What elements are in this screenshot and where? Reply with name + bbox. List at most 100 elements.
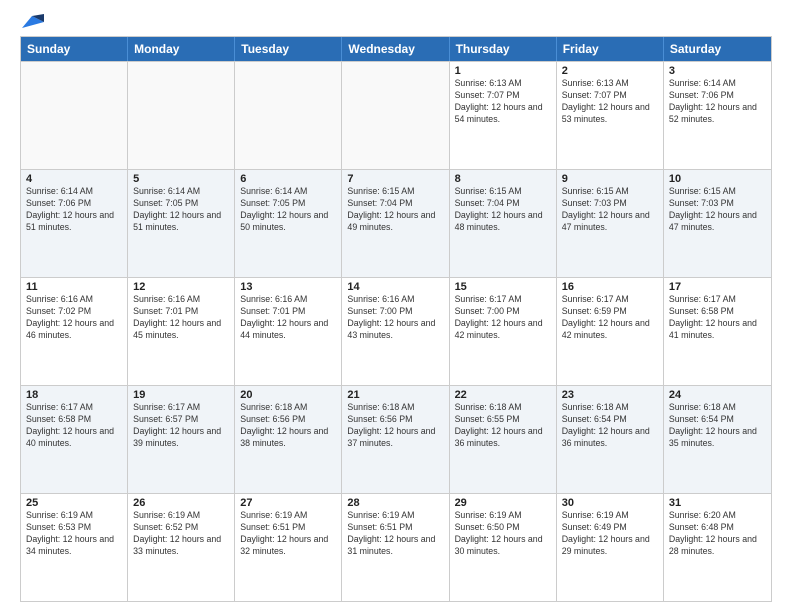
cell-info: Sunrise: 6:20 AM Sunset: 6:48 PM Dayligh… <box>669 510 766 558</box>
calendar-cell: 26Sunrise: 6:19 AM Sunset: 6:52 PM Dayli… <box>128 494 235 601</box>
cell-info: Sunrise: 6:18 AM Sunset: 6:56 PM Dayligh… <box>347 402 443 450</box>
cell-info: Sunrise: 6:16 AM Sunset: 7:00 PM Dayligh… <box>347 294 443 342</box>
calendar-cell: 8Sunrise: 6:15 AM Sunset: 7:04 PM Daylig… <box>450 170 557 277</box>
calendar-cell: 28Sunrise: 6:19 AM Sunset: 6:51 PM Dayli… <box>342 494 449 601</box>
day-header-friday: Friday <box>557 37 664 61</box>
calendar: SundayMondayTuesdayWednesdayThursdayFrid… <box>20 36 772 602</box>
cell-info: Sunrise: 6:17 AM Sunset: 6:58 PM Dayligh… <box>26 402 122 450</box>
cell-info: Sunrise: 6:18 AM Sunset: 6:55 PM Dayligh… <box>455 402 551 450</box>
calendar-row-3: 11Sunrise: 6:16 AM Sunset: 7:02 PM Dayli… <box>21 277 771 385</box>
day-number: 5 <box>133 173 229 185</box>
day-number: 30 <box>562 497 658 509</box>
day-number: 13 <box>240 281 336 293</box>
cell-info: Sunrise: 6:13 AM Sunset: 7:07 PM Dayligh… <box>455 78 551 126</box>
day-number: 8 <box>455 173 551 185</box>
calendar-cell: 5Sunrise: 6:14 AM Sunset: 7:05 PM Daylig… <box>128 170 235 277</box>
day-header-wednesday: Wednesday <box>342 37 449 61</box>
day-number: 28 <box>347 497 443 509</box>
day-number: 11 <box>26 281 122 293</box>
day-number: 31 <box>669 497 766 509</box>
cell-info: Sunrise: 6:14 AM Sunset: 7:05 PM Dayligh… <box>240 186 336 234</box>
calendar-cell <box>128 62 235 169</box>
day-header-saturday: Saturday <box>664 37 771 61</box>
cell-info: Sunrise: 6:15 AM Sunset: 7:03 PM Dayligh… <box>562 186 658 234</box>
day-number: 1 <box>455 65 551 77</box>
calendar-row-5: 25Sunrise: 6:19 AM Sunset: 6:53 PM Dayli… <box>21 493 771 601</box>
day-number: 14 <box>347 281 443 293</box>
calendar-cell <box>21 62 128 169</box>
cell-info: Sunrise: 6:19 AM Sunset: 6:50 PM Dayligh… <box>455 510 551 558</box>
cell-info: Sunrise: 6:15 AM Sunset: 7:04 PM Dayligh… <box>347 186 443 234</box>
cell-info: Sunrise: 6:18 AM Sunset: 6:56 PM Dayligh… <box>240 402 336 450</box>
calendar-cell: 9Sunrise: 6:15 AM Sunset: 7:03 PM Daylig… <box>557 170 664 277</box>
calendar-cell: 3Sunrise: 6:14 AM Sunset: 7:06 PM Daylig… <box>664 62 771 169</box>
cell-info: Sunrise: 6:16 AM Sunset: 7:01 PM Dayligh… <box>133 294 229 342</box>
day-number: 24 <box>669 389 766 401</box>
day-number: 3 <box>669 65 766 77</box>
day-number: 7 <box>347 173 443 185</box>
calendar-cell: 14Sunrise: 6:16 AM Sunset: 7:00 PM Dayli… <box>342 278 449 385</box>
calendar-cell: 2Sunrise: 6:13 AM Sunset: 7:07 PM Daylig… <box>557 62 664 169</box>
calendar-cell: 29Sunrise: 6:19 AM Sunset: 6:50 PM Dayli… <box>450 494 557 601</box>
calendar-cell: 16Sunrise: 6:17 AM Sunset: 6:59 PM Dayli… <box>557 278 664 385</box>
day-number: 2 <box>562 65 658 77</box>
day-number: 18 <box>26 389 122 401</box>
calendar-cell: 20Sunrise: 6:18 AM Sunset: 6:56 PM Dayli… <box>235 386 342 493</box>
cell-info: Sunrise: 6:17 AM Sunset: 6:57 PM Dayligh… <box>133 402 229 450</box>
calendar-cell: 12Sunrise: 6:16 AM Sunset: 7:01 PM Dayli… <box>128 278 235 385</box>
calendar-cell: 18Sunrise: 6:17 AM Sunset: 6:58 PM Dayli… <box>21 386 128 493</box>
cell-info: Sunrise: 6:13 AM Sunset: 7:07 PM Dayligh… <box>562 78 658 126</box>
day-header-tuesday: Tuesday <box>235 37 342 61</box>
calendar-row-1: 1Sunrise: 6:13 AM Sunset: 7:07 PM Daylig… <box>21 61 771 169</box>
calendar-cell: 30Sunrise: 6:19 AM Sunset: 6:49 PM Dayli… <box>557 494 664 601</box>
day-number: 6 <box>240 173 336 185</box>
day-number: 4 <box>26 173 122 185</box>
cell-info: Sunrise: 6:19 AM Sunset: 6:52 PM Dayligh… <box>133 510 229 558</box>
cell-info: Sunrise: 6:14 AM Sunset: 7:05 PM Dayligh… <box>133 186 229 234</box>
cell-info: Sunrise: 6:17 AM Sunset: 6:58 PM Dayligh… <box>669 294 766 342</box>
day-number: 12 <box>133 281 229 293</box>
calendar-cell: 24Sunrise: 6:18 AM Sunset: 6:54 PM Dayli… <box>664 386 771 493</box>
day-number: 27 <box>240 497 336 509</box>
logo-icon <box>22 14 44 30</box>
cell-info: Sunrise: 6:17 AM Sunset: 7:00 PM Dayligh… <box>455 294 551 342</box>
day-number: 20 <box>240 389 336 401</box>
day-number: 10 <box>669 173 766 185</box>
calendar-cell: 17Sunrise: 6:17 AM Sunset: 6:58 PM Dayli… <box>664 278 771 385</box>
calendar-cell: 15Sunrise: 6:17 AM Sunset: 7:00 PM Dayli… <box>450 278 557 385</box>
cell-info: Sunrise: 6:14 AM Sunset: 7:06 PM Dayligh… <box>669 78 766 126</box>
header <box>20 16 772 28</box>
logo <box>20 16 44 28</box>
cell-info: Sunrise: 6:19 AM Sunset: 6:51 PM Dayligh… <box>347 510 443 558</box>
cell-info: Sunrise: 6:18 AM Sunset: 6:54 PM Dayligh… <box>669 402 766 450</box>
cell-info: Sunrise: 6:18 AM Sunset: 6:54 PM Dayligh… <box>562 402 658 450</box>
calendar-cell: 13Sunrise: 6:16 AM Sunset: 7:01 PM Dayli… <box>235 278 342 385</box>
calendar-cell: 23Sunrise: 6:18 AM Sunset: 6:54 PM Dayli… <box>557 386 664 493</box>
day-number: 9 <box>562 173 658 185</box>
day-header-sunday: Sunday <box>21 37 128 61</box>
cell-info: Sunrise: 6:16 AM Sunset: 7:02 PM Dayligh… <box>26 294 122 342</box>
day-number: 19 <box>133 389 229 401</box>
calendar-cell: 6Sunrise: 6:14 AM Sunset: 7:05 PM Daylig… <box>235 170 342 277</box>
calendar-cell: 4Sunrise: 6:14 AM Sunset: 7:06 PM Daylig… <box>21 170 128 277</box>
calendar-cell: 27Sunrise: 6:19 AM Sunset: 6:51 PM Dayli… <box>235 494 342 601</box>
cell-info: Sunrise: 6:17 AM Sunset: 6:59 PM Dayligh… <box>562 294 658 342</box>
day-number: 21 <box>347 389 443 401</box>
cell-info: Sunrise: 6:15 AM Sunset: 7:04 PM Dayligh… <box>455 186 551 234</box>
calendar-cell: 19Sunrise: 6:17 AM Sunset: 6:57 PM Dayli… <box>128 386 235 493</box>
day-number: 22 <box>455 389 551 401</box>
day-number: 15 <box>455 281 551 293</box>
calendar-cell: 10Sunrise: 6:15 AM Sunset: 7:03 PM Dayli… <box>664 170 771 277</box>
calendar-body: 1Sunrise: 6:13 AM Sunset: 7:07 PM Daylig… <box>21 61 771 601</box>
calendar-cell: 1Sunrise: 6:13 AM Sunset: 7:07 PM Daylig… <box>450 62 557 169</box>
cell-info: Sunrise: 6:19 AM Sunset: 6:53 PM Dayligh… <box>26 510 122 558</box>
calendar-cell: 11Sunrise: 6:16 AM Sunset: 7:02 PM Dayli… <box>21 278 128 385</box>
calendar-cell: 25Sunrise: 6:19 AM Sunset: 6:53 PM Dayli… <box>21 494 128 601</box>
day-number: 26 <box>133 497 229 509</box>
calendar-cell: 21Sunrise: 6:18 AM Sunset: 6:56 PM Dayli… <box>342 386 449 493</box>
calendar-cell <box>342 62 449 169</box>
calendar-row-2: 4Sunrise: 6:14 AM Sunset: 7:06 PM Daylig… <box>21 169 771 277</box>
day-number: 17 <box>669 281 766 293</box>
day-header-thursday: Thursday <box>450 37 557 61</box>
calendar-cell: 7Sunrise: 6:15 AM Sunset: 7:04 PM Daylig… <box>342 170 449 277</box>
